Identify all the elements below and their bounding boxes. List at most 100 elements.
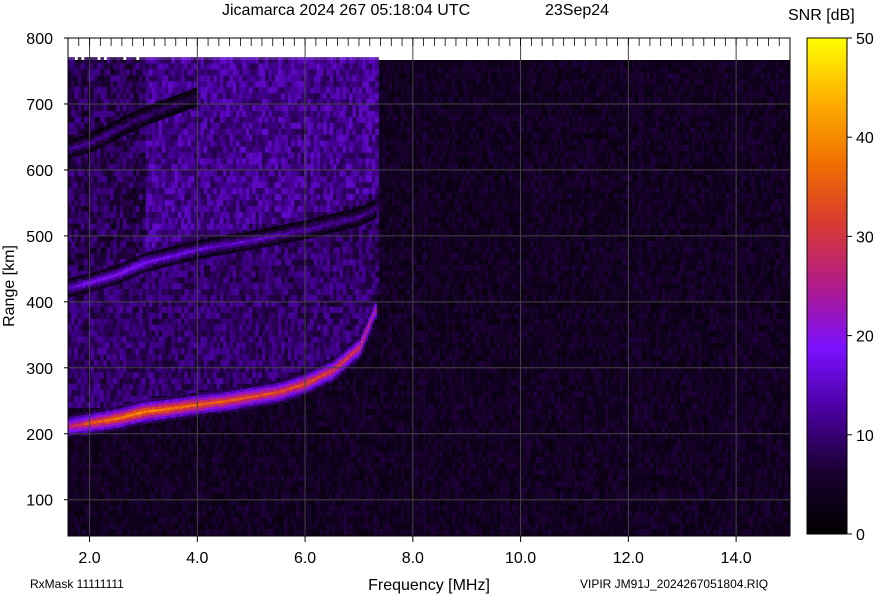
- noise-cell: [230, 487, 233, 494]
- noise-cell: [77, 451, 80, 458]
- noise-cell: [215, 457, 218, 464]
- noise-cell: [227, 475, 230, 482]
- noise-cell: [98, 451, 101, 458]
- noise-cell: [71, 475, 74, 482]
- noise-cell: [179, 469, 182, 476]
- noise-cell: [200, 445, 203, 452]
- noise-cell: [176, 511, 179, 518]
- noise-cell: [71, 445, 74, 452]
- noise-cell: [119, 469, 122, 476]
- noise-cell: [83, 523, 86, 530]
- noise-cell: [71, 493, 74, 500]
- noise-cell: [173, 439, 176, 446]
- noise-cell: [143, 505, 146, 512]
- noise-cell: [110, 445, 113, 452]
- noise-cell: [209, 523, 212, 530]
- noise-cell: [233, 469, 236, 476]
- noise-cell: [182, 445, 185, 452]
- noise-cell: [164, 511, 167, 518]
- noise-cell: [170, 469, 173, 476]
- noise-cell: [224, 475, 227, 482]
- noise-cell: [134, 493, 137, 500]
- noise-cell: [188, 475, 191, 482]
- noise-cell: [74, 457, 77, 464]
- noise-cell: [149, 469, 152, 476]
- noise-cell: [149, 517, 152, 524]
- noise-cell: [134, 457, 137, 464]
- noise-cell: [212, 463, 215, 470]
- noise-cell: [164, 457, 167, 464]
- noise-cell: [182, 517, 185, 524]
- noise-cell: [251, 469, 254, 476]
- noise-cell: [158, 493, 161, 500]
- noise-cell: [86, 481, 89, 488]
- noise-cell: [83, 505, 86, 512]
- noise-cell: [107, 463, 110, 470]
- noise-cell: [215, 511, 218, 518]
- noise-cell: [119, 463, 122, 470]
- noise-cell: [221, 439, 224, 446]
- noise-cell: [137, 517, 140, 524]
- noise-cell: [173, 523, 176, 530]
- noise-cell: [200, 493, 203, 500]
- noise-cell: [191, 529, 194, 536]
- noise-cell: [218, 463, 221, 470]
- noise-cell: [116, 463, 119, 470]
- noise-cell: [185, 469, 188, 476]
- noise-cell: [125, 529, 128, 536]
- noise-cell: [233, 421, 236, 428]
- noise-cell: [179, 427, 182, 434]
- noise-cell: [107, 439, 110, 446]
- noise-cell: [107, 457, 110, 464]
- noise-cell: [212, 439, 215, 446]
- noise-cell: [104, 475, 107, 482]
- noise-cell: [191, 517, 194, 524]
- noise-cell: [164, 517, 167, 524]
- noise-cell: [194, 427, 197, 434]
- noise-cell: [80, 439, 83, 446]
- noise-cell: [242, 463, 245, 470]
- noise-cell: [113, 451, 116, 458]
- noise-cell: [101, 511, 104, 518]
- noise-cell: [92, 463, 95, 470]
- noise-cell: [152, 487, 155, 494]
- noise-cell: [176, 487, 179, 494]
- noise-cell: [101, 517, 104, 524]
- noise-cell: [149, 511, 152, 518]
- noise-cell: [203, 457, 206, 464]
- noise-cell: [155, 487, 158, 494]
- noise-cell: [206, 427, 209, 434]
- noise-cell: [146, 469, 149, 476]
- noise-cell: [248, 457, 251, 464]
- noise-cell: [95, 451, 98, 458]
- noise-cell: [218, 469, 221, 476]
- noise-cell: [191, 427, 194, 434]
- noise-cell: [101, 469, 104, 476]
- noise-cell: [122, 505, 125, 512]
- noise-cell: [161, 427, 164, 434]
- noise-cell: [137, 487, 140, 494]
- noise-cell: [233, 439, 236, 446]
- noise-cell: [128, 469, 131, 476]
- noise-cell: [161, 517, 164, 524]
- noise-cell: [170, 505, 173, 512]
- noise-cell: [137, 523, 140, 530]
- noise-cell: [185, 445, 188, 452]
- noise-cell: [116, 457, 119, 464]
- noise-cell: [83, 457, 86, 464]
- noise-cell: [173, 469, 176, 476]
- noise-cell: [71, 517, 74, 524]
- noise-cell: [152, 511, 155, 518]
- noise-cell: [194, 517, 197, 524]
- noise-cell: [71, 511, 74, 518]
- noise-cell: [170, 511, 173, 518]
- noise-cell: [104, 523, 107, 530]
- noise-cell: [128, 475, 131, 482]
- noise-cell: [227, 511, 230, 518]
- noise-cell: [221, 523, 224, 530]
- noise-cell: [248, 487, 251, 494]
- noise-cell: [212, 475, 215, 482]
- noise-cell: [122, 469, 125, 476]
- noise-cell: [122, 487, 125, 494]
- noise-cell: [173, 481, 176, 488]
